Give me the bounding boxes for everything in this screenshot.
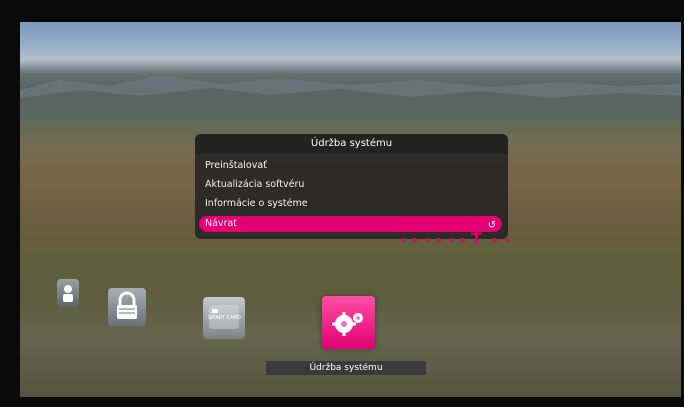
menu-item-return-label: Návrat	[205, 218, 238, 229]
settings-icon-tile[interactable]	[322, 296, 375, 349]
user-icon-tile[interactable]	[57, 279, 79, 307]
menu-item-software-update[interactable]: Aktualizácia softvéru	[205, 177, 485, 193]
tv-frame: Údržba systému Preinštalovať Aktualizáci…	[0, 0, 684, 407]
smart-card-icon-tile[interactable]: SMART CARD	[203, 297, 245, 339]
lock-icon	[117, 291, 137, 319]
lock-icon-tile[interactable]	[108, 288, 146, 326]
user-icon	[63, 285, 73, 302]
menu-item-reinstall[interactable]: Preinštalovať	[205, 158, 485, 174]
system-maintenance-dialog: Údržba systému Preinštalovať Aktualizáci…	[195, 134, 508, 239]
screen: Údržba systému Preinštalovať Aktualizáci…	[20, 22, 681, 397]
settings-icon	[332, 312, 363, 336]
menu-item-return[interactable]: Návrat ↺	[199, 216, 502, 232]
dialog-title: Údržba systému	[195, 134, 508, 154]
status-label: Údržba systému	[266, 361, 426, 375]
t-mobile-logo: T	[401, 229, 511, 249]
smart-card-label: SMART CARD	[208, 315, 241, 321]
menu-item-system-info[interactable]: Informácie o systéme	[205, 196, 485, 212]
